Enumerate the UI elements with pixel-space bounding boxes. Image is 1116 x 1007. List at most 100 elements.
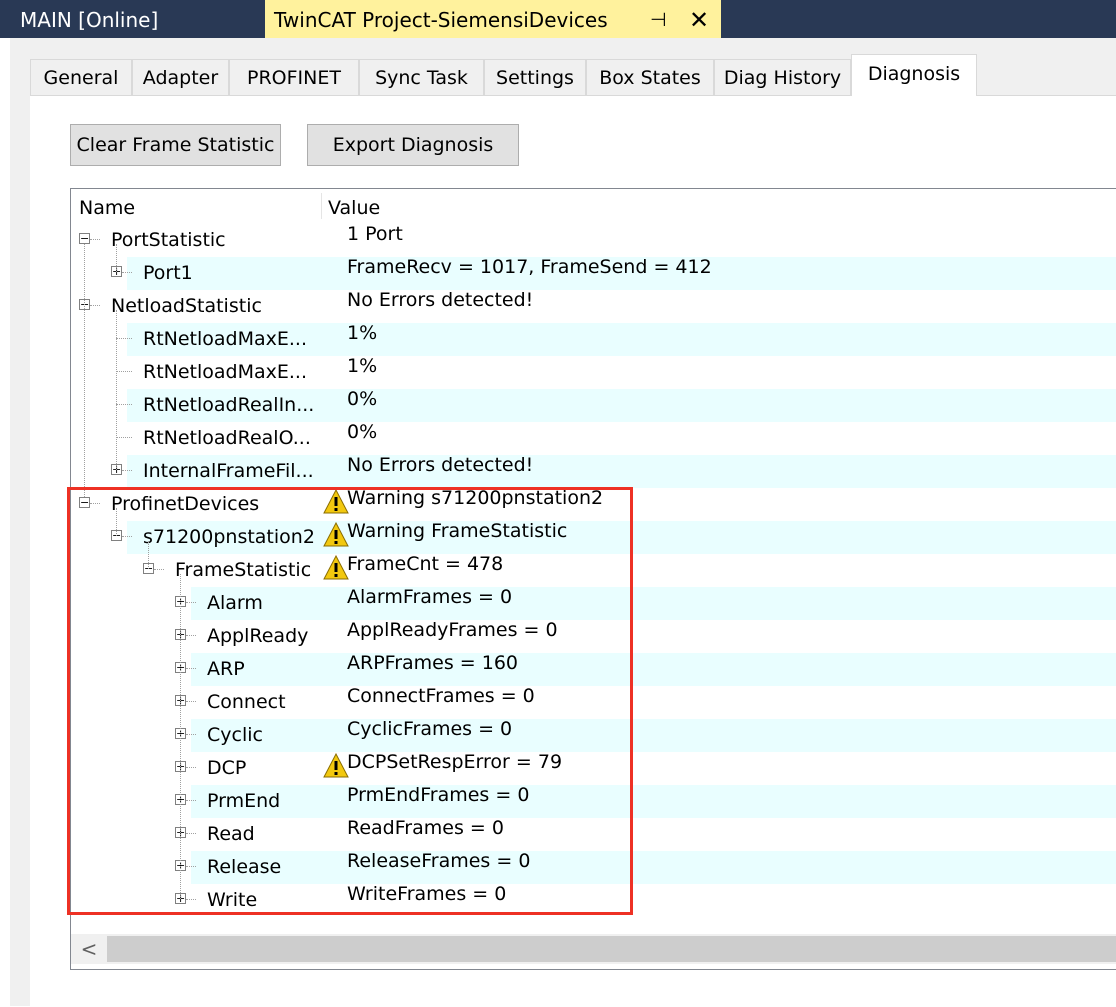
tab-general[interactable]: General (30, 59, 132, 95)
minus-box-icon[interactable]: − (79, 233, 90, 244)
column-header-name[interactable]: Name (79, 197, 135, 219)
tree-item-value: PrmEndFrames = 0 (347, 784, 530, 806)
tree-row[interactable]: + DCP DCPSetRespError = 79 (71, 751, 1116, 785)
row-shading (191, 653, 1116, 686)
tree-connector (186, 866, 196, 867)
tree-row[interactable]: + Release ReleaseFrames = 0 (71, 850, 1116, 884)
minus-box-icon[interactable]: − (79, 497, 90, 508)
tree-item-name: Write (207, 889, 258, 911)
tree-row[interactable]: − ProfinetDevices Warning s71200pnstation2 (71, 487, 1116, 521)
row-shading (191, 785, 1116, 818)
tree-item-value: Warning FrameStatistic (347, 520, 568, 542)
doc-tab-main[interactable]: MAIN [Online] (10, 0, 264, 38)
tree-connector (186, 899, 196, 900)
warning-icon (323, 489, 349, 514)
tree-item-name: RtNetloadMaxE... (143, 328, 308, 350)
tree-row[interactable]: + InternalFrameFil... No Errors detected! (71, 454, 1116, 488)
tree-item-value: FrameCnt = 478 (347, 553, 504, 575)
tree-item-name: RtNetloadRealO... (143, 427, 311, 449)
tree-item-value: ARPFrames = 160 (347, 652, 519, 674)
tree-connector (116, 244, 117, 272)
tree-row[interactable]: + Connect ConnectFrames = 0 (71, 685, 1116, 719)
tree-item-value: AlarmFrames = 0 (347, 586, 513, 608)
tree-item-name: ApplReady (207, 625, 309, 647)
tree-item-value: CyclicFrames = 0 (347, 718, 513, 740)
tree-item-name: ProfinetDevices (111, 493, 260, 515)
tree-connector (84, 244, 85, 497)
tree-item-name: Release (207, 856, 282, 878)
row-shading (191, 587, 1116, 620)
tab-diag-history[interactable]: Diag History (714, 59, 851, 95)
tree-row[interactable]: + Port1 FrameRecv = 1017, FrameSend = 412 (71, 256, 1116, 290)
tree-item-name: FrameStatistic (175, 559, 312, 581)
tree-row[interactable]: + ApplReady ApplReadyFrames = 0 (71, 619, 1116, 653)
tree-row[interactable]: − s71200pnstation2 Warning FrameStatistic (71, 520, 1116, 554)
tree-item-value: 1 Port (347, 223, 403, 245)
tree-row[interactable]: − NetloadStatistic No Errors detected! (71, 289, 1116, 323)
tree-item-value: ConnectFrames = 0 (347, 685, 535, 707)
tree-item-value: 1% (347, 355, 378, 377)
warning-icon (323, 555, 349, 580)
pin-icon[interactable]: ⊣ (650, 0, 667, 40)
tree-connector (116, 338, 132, 339)
tree-connector (186, 635, 196, 636)
tree-connector (116, 508, 117, 536)
tree-connector (186, 767, 196, 768)
tree-item-name: ARP (207, 658, 245, 680)
tree-item-value: No Errors detected! (347, 454, 534, 476)
tab-profinet[interactable]: PROFINET (229, 59, 359, 95)
tree-connector (122, 536, 132, 537)
tree-item-value: FrameRecv = 1017, FrameSend = 412 (347, 256, 712, 278)
tree-item-name: PrmEnd (207, 790, 281, 812)
tree-item-name: PortStatistic (111, 229, 226, 251)
horizontal-scrollbar[interactable]: < (71, 934, 1116, 964)
tree-item-name: Port1 (143, 262, 193, 284)
tree-row[interactable]: + Alarm AlarmFrames = 0 (71, 586, 1116, 620)
tree-item-name: Connect (207, 691, 286, 713)
tree-item-value: DCPSetRespError = 79 (347, 751, 563, 773)
tree-row[interactable]: RtNetloadRealIn... 0% (71, 388, 1116, 422)
tab-adapter[interactable]: Adapter (132, 59, 229, 95)
tree-item-name: InternalFrameFil... (143, 460, 314, 482)
tree-connector (116, 437, 132, 438)
tree-row[interactable]: RtNetloadMaxE... 1% (71, 355, 1116, 389)
tree-item-name: s71200pnstation2 (143, 526, 315, 548)
tree-row[interactable]: + ARP ARPFrames = 160 (71, 652, 1116, 686)
scroll-thumb[interactable] (107, 936, 1116, 962)
column-header-value[interactable]: Value (328, 197, 380, 219)
tab-sync-task[interactable]: Sync Task (359, 59, 484, 95)
tree-item-value: ReadFrames = 0 (347, 817, 504, 839)
tree-row[interactable]: + PrmEnd PrmEndFrames = 0 (71, 784, 1116, 818)
column-separator[interactable] (321, 193, 322, 219)
tree-item-name: RtNetloadMaxE... (143, 361, 308, 383)
tree-connector (186, 800, 196, 801)
tree-connector (154, 569, 164, 570)
tree-row[interactable]: − PortStatistic 1 Port (71, 223, 1116, 257)
tree-connector (116, 404, 132, 405)
tab-settings[interactable]: Settings (484, 59, 586, 95)
tab-box-states[interactable]: Box States (586, 59, 714, 95)
tree-row[interactable]: + Write WriteFrames = 0 (71, 883, 1116, 917)
tree-row[interactable]: RtNetloadMaxE... 1% (71, 322, 1116, 356)
tree-connector (186, 668, 196, 669)
doc-tab-twincat-project[interactable]: TwinCAT Project-SiemensiDevices ⊣ ✕ (265, 0, 721, 38)
tree-item-value: ApplReadyFrames = 0 (347, 619, 558, 641)
warning-icon (323, 522, 349, 547)
clear-frame-statistic-button[interactable]: Clear Frame Statistic (70, 124, 281, 166)
tree-row[interactable]: RtNetloadRealO... 0% (71, 421, 1116, 455)
tree-connector (186, 602, 196, 603)
tree-item-value: 0% (347, 421, 378, 443)
scroll-left-arrow-icon[interactable]: < (71, 934, 107, 964)
tree-item-name: Read (207, 823, 255, 845)
tab-diagnosis[interactable]: Diagnosis (851, 54, 977, 96)
tree-item-name: DCP (207, 757, 247, 779)
tree-connector (116, 310, 117, 470)
export-diagnosis-button[interactable]: Export Diagnosis (307, 124, 519, 166)
row-shading (191, 719, 1116, 752)
tree-row[interactable]: − FrameStatistic FrameCnt = 478 (71, 553, 1116, 587)
tree-item-name: NetloadStatistic (111, 295, 262, 317)
close-icon[interactable]: ✕ (689, 0, 709, 40)
diagnosis-tree[interactable]: Name Value − PortStatistic 1 Port + Port1 Fra… (70, 188, 1116, 970)
tree-row[interactable]: + Read ReadFrames = 0 (71, 817, 1116, 851)
tree-row[interactable]: + Cyclic CyclicFrames = 0 (71, 718, 1116, 752)
